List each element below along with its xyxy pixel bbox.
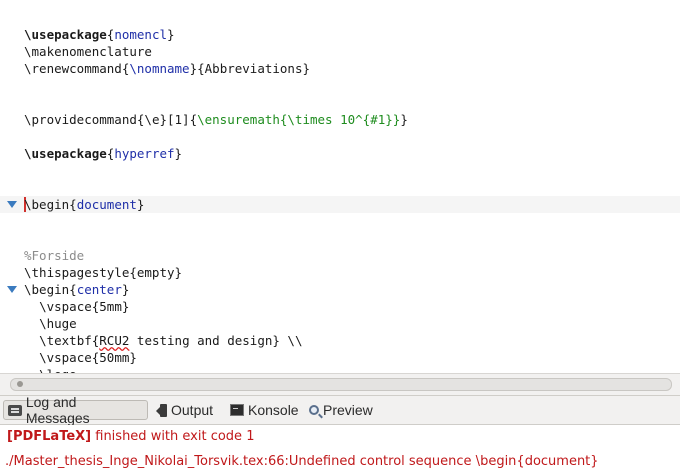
horizontal-scrollbar[interactable] [0,373,680,396]
scrollbar-thumb[interactable] [10,378,672,391]
code-editor[interactable]: \usepackage{nomencl} \makenomenclature \re… [0,0,680,373]
tab-label: Preview [323,402,373,418]
tab-konsole[interactable]: Konsole [226,400,304,420]
code-line[interactable]: \thispagestyle{empty} [0,264,680,281]
code-line[interactable]: \logo [0,366,680,373]
code-text: \huge [24,315,77,332]
code-line[interactable]: \vspace{50mm} [0,349,680,366]
code-token: \textbf [39,333,92,348]
scrollbar-grip [17,381,23,387]
code-token: \usepackage [24,27,107,42]
code-line[interactable]: \usepackage{nomencl} [0,26,680,43]
code-token: \vspace [39,299,92,314]
code-token: \renewcommand [24,61,122,76]
code-token: \nomname [129,61,190,76]
code-text: \makenomenclature [24,43,152,60]
tab-preview[interactable]: Preview [305,400,385,420]
code-token: \usepackage [24,146,107,161]
code-token: center [76,282,122,297]
code-text: \renewcommand{\nomname}{Abbreviations} [24,60,310,77]
code-line[interactable]: \renewcommand{\nomname}{Abbreviations} [0,60,680,77]
code-token: {empty} [129,265,183,280]
konsole-icon [230,404,244,416]
code-token: } [174,146,183,161]
log-icon [8,404,22,416]
code-token: \makenomenclature [24,44,152,59]
code-token: \huge [39,316,77,331]
code-text: \begin{center} [24,281,129,298]
tab-output[interactable]: Output [152,400,224,420]
code-token: } [167,27,175,42]
code-text: %Forside [24,247,84,264]
code-line[interactable]: \begin{center} [0,281,680,298]
fold-arrow-icon[interactable] [7,286,17,293]
code-token: \begin [24,197,70,212]
tab-label: Output [171,402,214,418]
code-token: nomencl [114,27,168,42]
code-token: \vspace [39,350,92,365]
tab-label: Konsole [248,402,299,418]
code-line[interactable] [0,9,680,26]
bottom-panel-tabbar: Log and Messages Output Konsole Preview [0,394,680,426]
code-token: %Forside [24,248,85,263]
log-messages-panel[interactable]: [PDFLaTeX] finished with exit code 1 ./M… [0,425,680,475]
code-line[interactable]: \providecommand{\e}[1]{\ensuremath{\time… [0,111,680,128]
code-line[interactable]: \huge [0,315,680,332]
code-line[interactable]: %Forside [0,247,680,264]
code-token: {\e}[1]{ [136,112,198,127]
code-token: {50mm} [91,350,137,365]
code-line[interactable]: \begin{document} [0,196,680,213]
code-token: { [69,197,77,212]
log-status-text: finished with exit code 1 [91,429,255,444]
code-text: \usepackage{hyperref} [24,145,182,162]
code-token: {5mm} [91,299,130,314]
code-token: \providecommand [24,112,137,127]
code-line[interactable]: \makenomenclature [0,43,680,60]
code-token: \begin [24,282,70,297]
code-token: \thispagestyle [24,265,130,280]
log-error-text: ./Master_thesis_Inge_Nikolai_Torsvik.tex… [5,454,599,469]
code-line[interactable]: \usepackage{hyperref} [0,145,680,162]
preview-icon [309,405,319,415]
code-line[interactable]: \textbf{RCU2 testing and design} \\ [0,332,680,349]
code-token: testing and design} \\ [129,333,303,348]
log-line-status[interactable]: [PDFLaTeX] finished with exit code 1 [7,428,254,446]
code-token: { [69,282,77,297]
code-text: \vspace{50mm} [24,349,137,366]
code-token: hyperref [114,146,175,161]
fold-arrow-icon[interactable] [7,201,17,208]
code-text: \begin{document} [24,196,144,213]
code-token: \ensuremath{\times 10^{#1}} [197,112,401,127]
code-text: \usepackage{nomencl} [24,26,175,43]
tab-label: Log and Messages [25,394,90,426]
code-token: } [121,282,130,297]
code-line[interactable]: \vspace{5mm} [0,298,680,315]
code-token: RCU2 [99,333,130,348]
code-text: \textbf{RCU2 testing and design} \\ [24,332,302,349]
code-text: \thispagestyle{empty} [24,264,182,281]
output-icon [156,403,167,417]
code-text: \providecommand{\e}[1]{\ensuremath{\time… [24,111,408,128]
code-token: document [76,197,137,212]
code-token: }{Abbreviations} [189,61,311,76]
log-tag: [PDFLaTeX] [7,429,92,444]
tab-log-and-messages[interactable]: Log and Messages [3,394,148,426]
code-text: \logo [24,366,77,373]
log-line-error[interactable]: ./Master_thesis_Inge_Nikolai_Torsvik.tex… [5,453,599,471]
code-token: } [400,112,408,127]
code-token: } [136,197,145,212]
code-text: \vspace{5mm} [24,298,129,315]
